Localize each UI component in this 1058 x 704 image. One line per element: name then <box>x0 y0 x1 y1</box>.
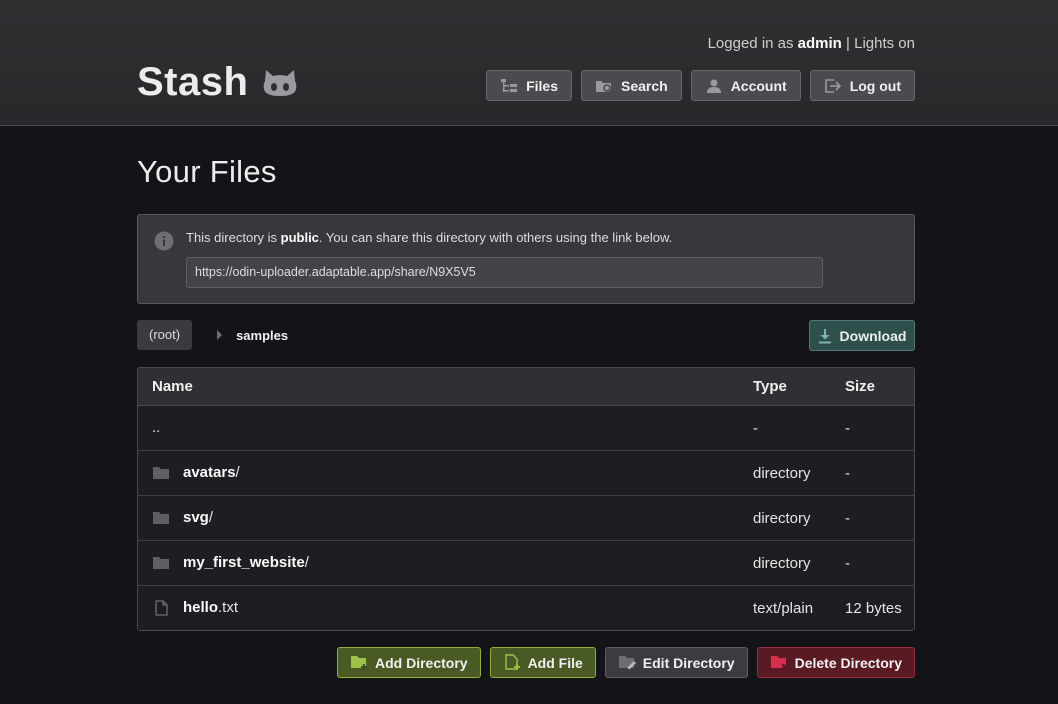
row-size: - <box>845 555 850 572</box>
row-type: - <box>753 420 758 437</box>
row-link[interactable]: svg/ <box>183 509 213 526</box>
row-type: directory <box>753 510 811 527</box>
folder-icon <box>153 466 169 479</box>
login-status: Logged in as admin | Lights on <box>708 35 915 52</box>
page-title: Your Files <box>137 154 277 189</box>
delete-directory-button[interactable]: Delete Directory <box>756 647 915 678</box>
table-row[interactable]: avatars/ directory - <box>138 451 914 496</box>
lights-toggle[interactable]: Lights on <box>854 35 915 52</box>
info-icon <box>154 231 174 251</box>
table-row[interactable]: svg/ directory - <box>138 496 914 541</box>
file-table: Name Type Size .. - - avatars/ directory… <box>137 367 915 631</box>
row-extension: / <box>208 509 214 526</box>
row-filename: my_first_website <box>183 554 305 571</box>
row-name: svg/ <box>152 509 213 526</box>
user-icon <box>706 79 721 93</box>
add-file-button[interactable]: Add File <box>489 647 596 678</box>
folder-edit-icon <box>618 656 636 669</box>
row-extension: .txt <box>218 599 239 616</box>
username: admin <box>797 35 842 52</box>
account-button[interactable]: Account <box>690 70 801 101</box>
files-button-label: Files <box>526 77 558 94</box>
logout-button[interactable]: Log out <box>809 70 915 101</box>
visibility-status: public <box>280 230 319 245</box>
download-button-label: Download <box>839 327 907 344</box>
row-type: text/plain <box>753 600 814 617</box>
share-info-box: This directory is public. You can share … <box>137 214 915 304</box>
caret-right-icon <box>217 330 223 340</box>
folder-icon <box>153 511 169 524</box>
row-size: - <box>845 465 850 482</box>
breadcrumb: (root) samples <box>137 320 288 350</box>
table-row-parent[interactable]: .. - - <box>138 406 914 451</box>
file-icon <box>155 599 168 616</box>
folder-icon <box>153 556 169 569</box>
tree-icon <box>501 78 518 92</box>
row-size: - <box>845 510 850 527</box>
row-link[interactable]: hello.txt <box>183 599 238 616</box>
main-nav: Files Search Account Log out <box>486 70 915 101</box>
download-button[interactable]: Download <box>809 320 915 351</box>
row-link[interactable]: my_first_website/ <box>183 554 309 571</box>
row-filename: hello <box>183 599 219 616</box>
edit-directory-label: Edit Directory <box>642 654 735 671</box>
info-text-before: This directory is <box>186 230 281 245</box>
search-button-label: Search <box>620 77 668 94</box>
logout-button-label: Log out <box>849 77 901 94</box>
header: Stash Logged in as admin | Lights on Fil… <box>0 0 1058 126</box>
row-name: avatars/ <box>152 464 240 481</box>
table-header: Name Type Size <box>138 368 914 406</box>
breadcrumb-current: samples <box>236 327 289 343</box>
row-extension: / <box>304 554 309 571</box>
login-separator: | <box>846 35 850 52</box>
row-extension: / <box>235 464 240 481</box>
parent-directory-link[interactable]: .. <box>152 419 160 436</box>
add-directory-label: Add Directory <box>374 654 468 671</box>
delete-directory-label: Delete Directory <box>794 654 902 671</box>
share-info-text: This directory is public. You can share … <box>186 230 672 245</box>
download-icon <box>818 328 831 343</box>
table-row[interactable]: my_first_website/ directory - <box>138 541 914 586</box>
file-plus-icon <box>504 654 520 670</box>
folder-search-icon <box>595 80 613 94</box>
directory-actions: Add Directory Add File Edit Directory De… <box>336 647 915 678</box>
add-file-label: Add File <box>527 654 583 671</box>
octocat-icon <box>264 69 297 96</box>
row-link[interactable]: avatars/ <box>183 464 240 481</box>
row-name: my_first_website/ <box>152 554 309 571</box>
row-type: directory <box>753 555 811 572</box>
row-filename: svg <box>183 509 209 526</box>
breadcrumb-root[interactable]: (root) <box>137 320 193 350</box>
row-size: - <box>845 420 850 437</box>
info-text-after: . You can share this directory with othe… <box>318 230 673 245</box>
logo[interactable]: Stash <box>137 60 298 105</box>
logo-text: Stash <box>137 60 249 104</box>
column-header-type[interactable]: Type <box>753 378 787 395</box>
search-button[interactable]: Search <box>580 70 682 101</box>
row-filename: avatars <box>183 464 236 481</box>
edit-directory-button[interactable]: Edit Directory <box>604 647 748 678</box>
folder-delete-icon <box>770 656 788 670</box>
folder-plus-icon <box>350 656 367 670</box>
table-row[interactable]: hello.txt text/plain 12 bytes <box>138 586 914 630</box>
share-link-input[interactable]: https://odin-uploader.adaptable.app/shar… <box>186 257 823 288</box>
column-header-name[interactable]: Name <box>152 378 193 395</box>
row-name: hello.txt <box>152 599 238 616</box>
row-type: directory <box>753 465 811 482</box>
row-size: 12 bytes <box>845 600 902 617</box>
column-header-size[interactable]: Size <box>845 378 875 395</box>
row-name: .. <box>152 419 160 436</box>
account-button-label: Account <box>730 77 787 94</box>
logout-icon <box>824 78 841 93</box>
login-prefix: Logged in as <box>707 35 794 52</box>
add-directory-button[interactable]: Add Directory <box>336 647 481 678</box>
files-button[interactable]: Files <box>486 70 572 101</box>
